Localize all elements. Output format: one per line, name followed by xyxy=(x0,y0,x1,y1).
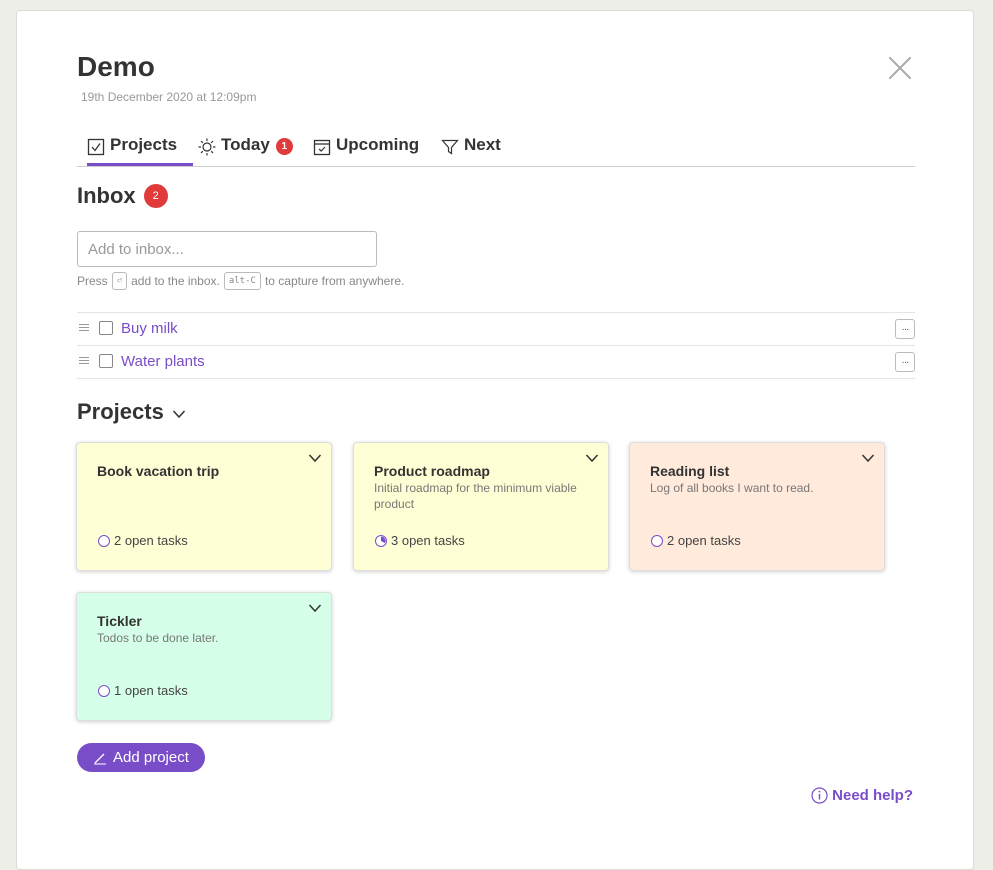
item-title[interactable]: Buy milk xyxy=(121,320,178,337)
drag-handle-icon[interactable] xyxy=(79,324,89,332)
tab-upcoming[interactable]: Upcoming xyxy=(313,135,419,166)
project-title: Tickler xyxy=(97,613,142,629)
tab-projects[interactable]: Projects xyxy=(87,135,193,166)
inbox-heading-text: Inbox xyxy=(77,183,136,208)
project-open-tasks: 1 open tasks xyxy=(97,683,188,698)
inbox-list: Buy milk ··· Water plants ··· xyxy=(77,312,915,379)
tab-upcoming-label: Upcoming xyxy=(336,135,420,154)
progress-pie-icon xyxy=(375,534,387,547)
tab-today-label: Today xyxy=(221,135,270,154)
chevron-down-icon[interactable] xyxy=(861,451,875,465)
add-project-label: Add project xyxy=(113,749,189,766)
project-card[interactable]: Product roadmap Initial roadmap for the … xyxy=(353,442,609,571)
open-tasks-text: 2 open tasks xyxy=(667,533,741,548)
project-open-tasks: 2 open tasks xyxy=(97,533,188,548)
tab-next-label: Next xyxy=(464,135,501,154)
chevron-down-icon[interactable] xyxy=(308,451,322,465)
project-description: Initial roadmap for the minimum viable p… xyxy=(374,481,577,511)
page-title: Demo xyxy=(77,51,155,82)
project-title: Reading list xyxy=(650,463,730,479)
item-checkbox[interactable] xyxy=(99,354,113,368)
inbox-input[interactable] xyxy=(77,231,377,267)
project-card[interactable]: Tickler Todos to be done later. 1 open t… xyxy=(76,592,332,721)
chevron-down-icon[interactable] xyxy=(585,451,599,465)
list-item: Water plants ··· xyxy=(77,345,915,379)
progress-pie-icon xyxy=(651,534,663,547)
page-timestamp: 19th December 2020 at 12:09pm xyxy=(81,90,257,104)
inbox-hint: Press ⏎ add to the inbox. alt-C to captu… xyxy=(77,272,404,290)
more-options-button[interactable]: ··· xyxy=(895,352,915,372)
projects-heading-text: Projects xyxy=(77,399,164,424)
enter-key: ⏎ xyxy=(111,272,128,290)
project-open-tasks: 2 open tasks xyxy=(650,533,741,548)
item-checkbox[interactable] xyxy=(99,321,113,335)
checkbox-icon xyxy=(87,138,105,156)
chevron-down-icon xyxy=(172,410,185,419)
progress-pie-icon xyxy=(98,684,110,697)
drag-handle-icon[interactable] xyxy=(79,357,89,365)
open-tasks-text: 3 open tasks xyxy=(391,533,465,548)
info-icon xyxy=(811,787,828,804)
item-title[interactable]: Water plants xyxy=(121,353,205,370)
project-open-tasks: 3 open tasks xyxy=(374,533,465,548)
projects-heading[interactable]: Projects xyxy=(77,399,186,425)
need-help-label: Need help? xyxy=(832,787,913,804)
capture-shortcut-key: alt-C xyxy=(223,272,261,290)
chevron-down-icon[interactable] xyxy=(308,601,322,615)
progress-pie-icon xyxy=(98,534,110,547)
tab-projects-label: Projects xyxy=(110,135,178,154)
more-options-button[interactable]: ··· xyxy=(895,319,915,339)
hint-end: to capture from anywhere. xyxy=(264,274,405,288)
filter-icon xyxy=(441,139,459,155)
project-description: Log of all books I want to read. xyxy=(650,481,814,495)
open-tasks-text: 1 open tasks xyxy=(114,683,188,698)
project-title: Product roadmap xyxy=(374,463,490,479)
project-title: Book vacation trip xyxy=(97,463,220,479)
hint-press: Press xyxy=(77,274,108,288)
project-card[interactable]: Reading list Log of all books I want to … xyxy=(629,442,885,571)
hint-mid: add to the inbox. xyxy=(131,274,220,288)
calendar-icon xyxy=(313,139,331,156)
tab-next[interactable]: Next xyxy=(441,135,501,166)
close-icon[interactable] xyxy=(887,55,913,81)
project-card[interactable]: Book vacation trip 2 open tasks xyxy=(76,442,332,571)
tab-today[interactable]: Today 1 xyxy=(198,135,293,166)
inbox-count-badge: 2 xyxy=(143,184,168,208)
sun-icon xyxy=(198,138,216,156)
pencil-icon xyxy=(94,753,106,764)
project-description: Todos to be done later. xyxy=(97,631,219,645)
need-help-link[interactable]: Need help? xyxy=(811,787,913,804)
tab-bar: Projects Today 1 Upcoming Next xyxy=(77,135,915,167)
today-count-badge: 1 xyxy=(275,138,293,155)
list-item: Buy milk ··· xyxy=(77,312,915,345)
inbox-heading: Inbox 2 xyxy=(77,183,168,209)
add-project-button[interactable]: Add project xyxy=(77,743,205,772)
open-tasks-text: 2 open tasks xyxy=(114,533,188,548)
modal-sheet: Demo 19th December 2020 at 12:09pm Proje… xyxy=(16,10,974,870)
